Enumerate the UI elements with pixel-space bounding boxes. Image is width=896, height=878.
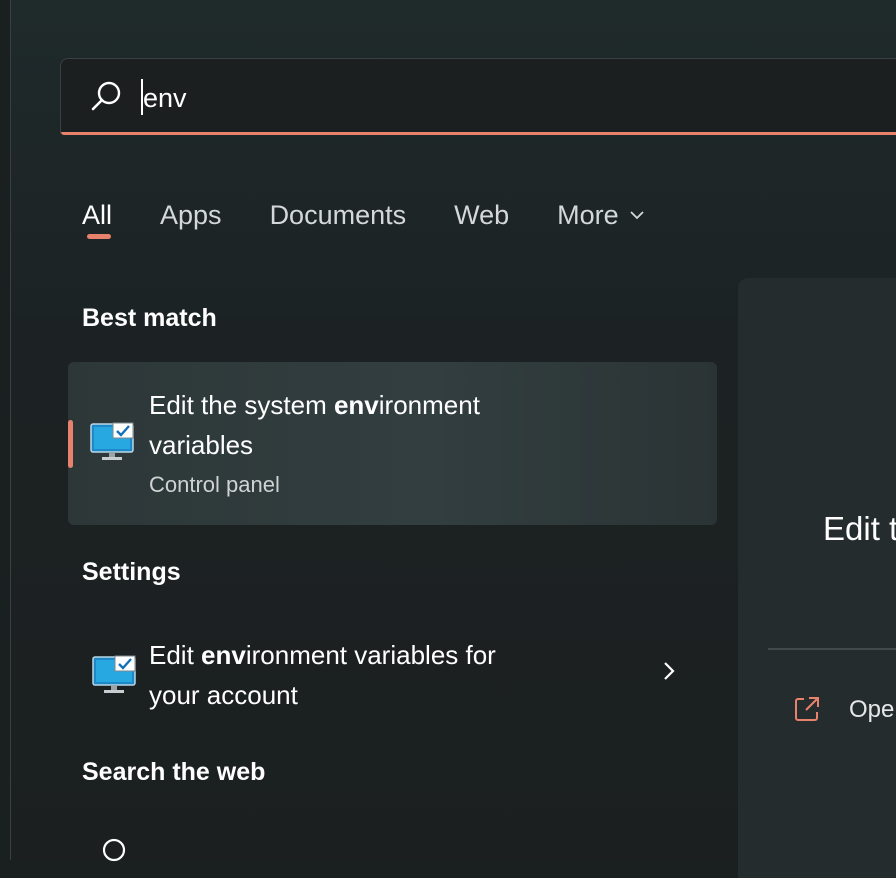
preview-title: Edit t [823, 510, 896, 547]
active-tab-indicator [87, 234, 111, 239]
section-title-settings: Settings [82, 558, 181, 586]
chevron-right-icon[interactable] [662, 660, 676, 682]
tab-web[interactable]: Web [454, 190, 509, 240]
search-focus-underline [61, 132, 896, 135]
tab-label: All [82, 200, 113, 230]
control-panel-monitor-icon [92, 655, 136, 693]
search-icon [91, 81, 121, 111]
control-panel-monitor-icon [90, 422, 134, 460]
settings-result-title-line1: Edit environment variables for [149, 640, 496, 670]
tab-all[interactable]: All [82, 190, 112, 240]
best-match-subtitle: Control panel [149, 472, 280, 497]
preview-pane: Edit t Ope [738, 278, 896, 878]
filter-tabs: All Apps Documents Web More [82, 190, 693, 240]
search-box[interactable]: env [60, 58, 896, 135]
open-action-label[interactable]: Ope [849, 696, 894, 724]
tab-apps[interactable]: Apps [160, 190, 222, 240]
open-external-icon[interactable] [792, 694, 822, 724]
best-match-title-line1: Edit the system environment [149, 390, 480, 420]
best-match-title-line2: variables [149, 430, 254, 460]
preview-divider [768, 648, 896, 650]
settings-result-title-line2: your account [149, 680, 298, 710]
tab-label: Web [454, 200, 510, 230]
tab-more[interactable]: More [557, 190, 645, 240]
search-input[interactable]: env [143, 79, 187, 117]
tab-documents[interactable]: Documents [270, 190, 407, 240]
search-icon [102, 838, 126, 862]
tab-label: Documents [269, 200, 407, 230]
selection-indicator [68, 420, 73, 468]
tab-label: Apps [160, 200, 222, 230]
section-title-search-web: Search the web [82, 758, 266, 786]
section-title-best-match: Best match [82, 304, 217, 332]
chevron-down-icon [630, 211, 644, 220]
tab-label: More [557, 200, 619, 230]
